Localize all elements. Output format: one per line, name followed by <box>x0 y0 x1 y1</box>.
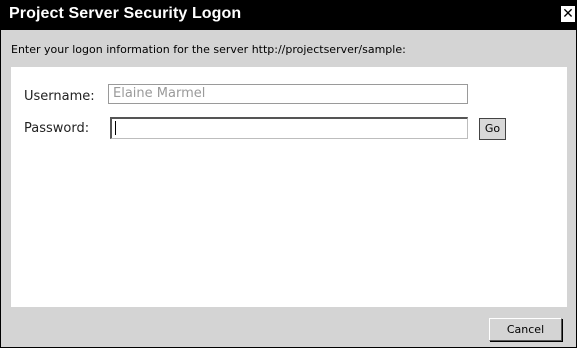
title-bar: Project Server Security Logon ✕ <box>1 1 576 30</box>
username-field[interactable]: Elaine Marmel <box>108 84 468 104</box>
password-label: Password: <box>24 121 90 136</box>
close-icon[interactable]: ✕ <box>561 6 575 22</box>
logon-form-panel: Username: Elaine Marmel Password: Go <box>11 67 567 307</box>
password-field[interactable] <box>110 117 468 139</box>
username-label: Username: <box>24 89 95 104</box>
text-caret <box>115 121 116 135</box>
go-button[interactable]: Go <box>479 118 506 140</box>
dialog-title: Project Server Security Logon <box>9 5 242 22</box>
logon-dialog: Project Server Security Logon ✕ Enter yo… <box>0 0 577 348</box>
cancel-button[interactable]: Cancel <box>489 318 562 341</box>
instruction-text: Enter your logon information for the ser… <box>11 43 406 56</box>
